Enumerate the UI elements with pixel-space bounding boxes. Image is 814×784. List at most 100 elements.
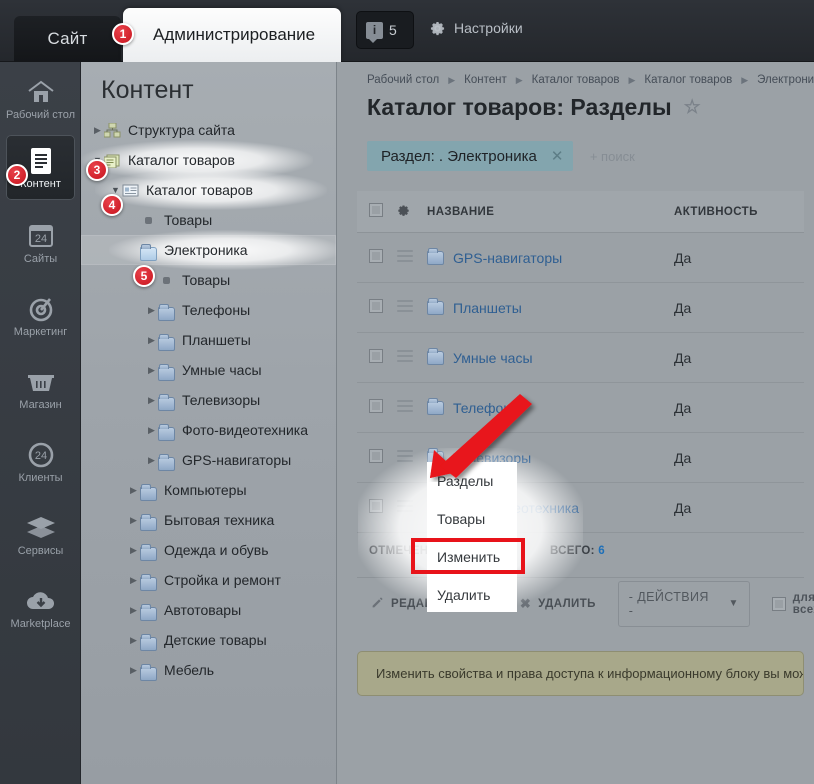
context-menu-item[interactable]: Товары — [427, 500, 517, 538]
for-all-label: для всех — [792, 591, 814, 616]
chevron-right-icon[interactable]: ▶ — [145, 335, 158, 346]
row-name-link[interactable]: GPS-навигаторы — [453, 250, 562, 266]
page-title-content: Контент — [101, 76, 194, 104]
row-name-link[interactable]: Планшеты — [453, 300, 522, 316]
row-checkbox[interactable] — [357, 299, 397, 316]
sidebar-item-shop[interactable]: Магазин — [0, 356, 81, 419]
table-row[interactable]: GPS-навигаторы Да — [357, 233, 804, 283]
sidebar-item-desktop[interactable]: Рабочий стол — [0, 66, 81, 129]
folder-icon — [140, 663, 157, 681]
tree-node[interactable]: ▼Каталог товаров — [81, 140, 336, 180]
tab-administration[interactable]: Администрирование — [123, 8, 341, 62]
tree-node[interactable]: ▶ Компьютеры — [81, 475, 336, 505]
sidebar-item-marketing[interactable]: Маркетинг — [0, 283, 81, 346]
tree-node-label: Бытовая техника — [164, 512, 275, 528]
row-checkbox[interactable] — [357, 449, 397, 466]
column-header-name[interactable]: НАЗВАНИЕ — [427, 206, 674, 218]
tree-node[interactable]: ▶ Детские товары — [81, 625, 336, 655]
tree-node[interactable]: ▶ Мебель — [81, 655, 336, 685]
tree-node[interactable]: ▶ Стройка и ремонт — [81, 565, 336, 595]
tree-node-label: Мебель — [164, 662, 215, 678]
row-checkbox[interactable] — [357, 249, 397, 266]
tree-node[interactable]: ▶ Телевизоры — [81, 385, 336, 415]
chevron-right-icon[interactable]: ▶ — [127, 665, 140, 676]
tree-node[interactable]: ▶ GPS-навигаторы — [81, 445, 336, 475]
info-notice: Изменить свойства и права доступа к инфо… — [357, 651, 804, 696]
chevron-right-icon[interactable]: ▶ — [145, 425, 158, 436]
breadcrumb-item[interactable]: Электроника — [757, 74, 814, 86]
tree-node-label: Одежда и обувь — [164, 542, 269, 558]
row-menu-icon[interactable] — [397, 497, 427, 518]
folder-icon — [140, 543, 157, 561]
row-checkbox[interactable] — [357, 349, 397, 366]
chevron-right-icon[interactable]: ▶ — [145, 365, 158, 376]
target-icon — [0, 292, 81, 326]
tree-node[interactable]: Товары — [81, 265, 336, 295]
chevron-right-icon[interactable]: ▶ — [127, 635, 140, 646]
row-menu-icon[interactable] — [397, 297, 427, 318]
column-header-activity[interactable]: АКТИВНОСТЬ — [674, 206, 804, 218]
row-menu-icon[interactable] — [397, 247, 427, 268]
chevron-right-icon[interactable]: ▶ — [145, 455, 158, 466]
annotation-badge-2: 2 — [6, 164, 28, 186]
sidebar-item-sites[interactable]: 24 Сайты — [0, 210, 81, 273]
chevron-right-icon[interactable]: ▶ — [145, 305, 158, 316]
chevron-right-icon[interactable]: ▶ — [145, 395, 158, 406]
star-icon[interactable]: ☆ — [684, 96, 701, 119]
tree-node-label: GPS-навигаторы — [182, 452, 292, 468]
chevron-right-icon[interactable]: ▶ — [127, 485, 140, 496]
table-header: НАЗВАНИЕ АКТИВНОСТЬ — [357, 191, 804, 233]
annotation-badge-5: 5 — [133, 265, 155, 287]
table-row[interactable]: Планшеты Да — [357, 283, 804, 333]
sidebar-item-services-label: Сервисы — [17, 545, 64, 557]
tree-node[interactable]: ▶ Автотовары — [81, 595, 336, 625]
row-checkbox[interactable] — [357, 399, 397, 416]
folder-icon — [140, 483, 157, 501]
for-all-checkbox[interactable]: для всех — [771, 591, 814, 616]
sidebar-item-marketplace[interactable]: Marketplace — [0, 575, 81, 638]
breadcrumb-item[interactable]: Контент — [464, 74, 507, 86]
chevron-right-icon[interactable]: ▶ — [127, 545, 140, 556]
breadcrumb-item[interactable]: Каталог товаров — [644, 74, 732, 86]
chevron-right-icon[interactable]: ▶ — [91, 125, 104, 136]
circle-24-icon: 24 — [0, 438, 81, 472]
table-row[interactable]: Фото-видеотехникаДа — [357, 483, 804, 533]
chevron-right-icon[interactable]: ▶ — [127, 515, 140, 526]
filter-chip-section[interactable]: Раздел: . Электроника ✕ — [367, 141, 574, 171]
annotation-badge-2-label: 2 — [13, 168, 21, 182]
chevron-right-icon[interactable]: ▶ — [127, 605, 140, 616]
tree-node[interactable]: ▶ Одежда и обувь — [81, 535, 336, 565]
context-menu-item[interactable]: Удалить — [427, 576, 517, 614]
tree-node[interactable]: Электроника — [81, 230, 336, 270]
tree-node[interactable]: ▶ Умные часы — [81, 355, 336, 385]
row-menu-icon[interactable] — [397, 347, 427, 368]
select-all-checkbox[interactable] — [357, 203, 397, 220]
gear-icon[interactable] — [397, 204, 427, 220]
folder-icon — [140, 573, 157, 591]
total-count: ВСЕГО: 6 — [550, 545, 605, 557]
breadcrumb-item[interactable]: Рабочий стол — [367, 74, 439, 86]
sidebar-item-clients[interactable]: 24 Клиенты — [0, 429, 81, 492]
tree-node[interactable]: ▶ Бытовая техника — [81, 505, 336, 535]
pencil-icon — [371, 596, 384, 612]
add-search-button[interactable]: + поиск — [590, 149, 635, 164]
row-name-link[interactable]: Умные часы — [453, 350, 533, 366]
breadcrumb-item[interactable]: Каталог товаров — [532, 74, 620, 86]
tree-node[interactable]: ▶ Телефоны — [81, 295, 336, 325]
sidebar-item-services[interactable]: Сервисы — [0, 502, 81, 565]
table-row[interactable]: Умные часы Да — [357, 333, 804, 383]
actions-select[interactable]: - ДЕЙСТВИЯ - ▼ — [617, 580, 750, 627]
tree-node[interactable]: ▶ Структура сайта — [81, 115, 336, 145]
tree-node[interactable]: ▶ Фото-видеотехника — [81, 415, 336, 445]
row-checkbox[interactable] — [357, 499, 397, 516]
settings-link[interactable]: Настройки — [430, 20, 523, 36]
chevron-right-icon[interactable]: ▶ — [127, 575, 140, 586]
sidebar-item-marketplace-label: Marketplace — [10, 618, 71, 630]
folder-icon — [158, 363, 175, 381]
tree-node[interactable]: ▶ Планшеты — [81, 325, 336, 355]
tab-site[interactable]: Сайт — [14, 16, 121, 62]
folder-light-icon — [140, 243, 157, 261]
close-icon[interactable]: ✕ — [551, 147, 564, 165]
notifications-counter[interactable]: i 5 — [356, 11, 414, 49]
delete-button[interactable]: ✖ УДАЛИТЬ — [520, 596, 596, 612]
